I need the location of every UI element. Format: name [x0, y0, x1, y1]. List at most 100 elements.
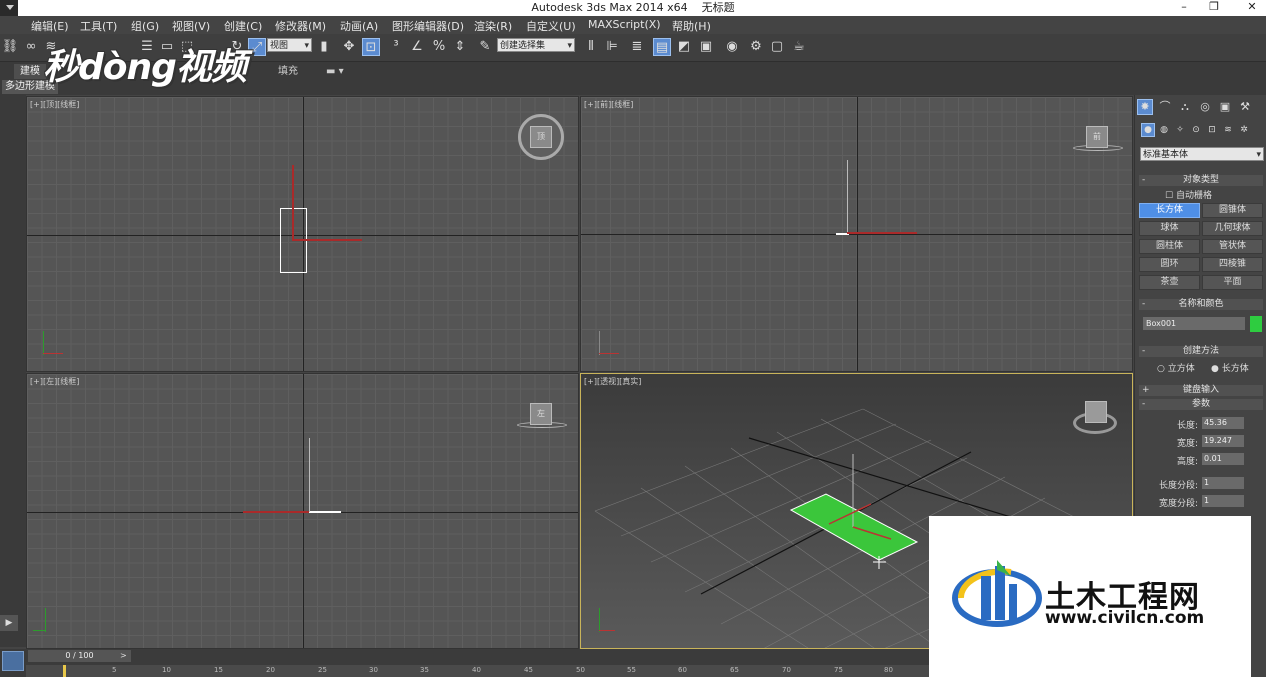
cameras-icon[interactable]: ⊙ [1189, 123, 1203, 137]
maximize-icon[interactable]: ❐ [1200, 0, 1228, 16]
menu-maxscript[interactable]: MAXScript(X) [588, 18, 661, 31]
viewport-front[interactable]: [+][前][线框] 前 [580, 96, 1133, 372]
scale-icon[interactable]: ⤢ [248, 38, 266, 56]
schematic-view-icon[interactable]: ▣ [697, 38, 715, 56]
height-spinner[interactable]: 0.01 [1202, 453, 1244, 465]
expand-ribbon-icon[interactable]: ▶ [0, 615, 18, 631]
curve-editor-icon[interactable]: ◩ [675, 38, 693, 56]
edit-named-selection-icon[interactable]: ✎ [476, 38, 494, 56]
viewport-label[interactable]: [+][左][线框] [30, 376, 79, 387]
close-icon[interactable]: ✕ [1238, 0, 1266, 16]
utilities-tab-icon[interactable]: ⚒ [1237, 99, 1253, 115]
motion-tab-icon[interactable]: ◎ [1197, 99, 1213, 115]
width-segs-spinner[interactable]: 1 [1202, 495, 1244, 507]
selection-set-dropdown[interactable]: 创建选择集 [497, 38, 575, 53]
menu-view[interactable]: 视图(V) [172, 18, 210, 34]
menu-rendering[interactable]: 渲染(R) [474, 18, 512, 34]
tab-populate[interactable]: 填充 [272, 64, 304, 79]
timeline-track[interactable]: 5 10 15 20 25 30 35 40 45 50 55 60 65 70… [26, 665, 934, 677]
create-tab-icon[interactable]: ✸ [1137, 99, 1153, 115]
helpers-icon[interactable]: ⊡ [1205, 123, 1219, 137]
tab-modeling[interactable]: 建模 [14, 64, 46, 79]
width-spinner[interactable]: 19.247 [1202, 435, 1244, 447]
box-radio[interactable]: ● 长方体 [1211, 361, 1249, 374]
menu-edit[interactable]: 编辑(E) [31, 18, 69, 34]
menu-graph-editors[interactable]: 图形编辑器(D) [392, 18, 464, 34]
object-color-swatch[interactable] [1250, 316, 1262, 332]
menu-modifiers[interactable]: 修改器(M) [275, 18, 326, 34]
viewport-label[interactable]: [+][前][线框] [584, 99, 633, 110]
rollout-keyboard-entry[interactable]: + 键盘输入 [1139, 385, 1263, 396]
viewcube[interactable]: 顶 [530, 126, 552, 148]
rollout-object-type[interactable]: - 对象类型 [1139, 175, 1263, 186]
rendered-frame-icon[interactable]: ▢ [768, 38, 786, 56]
box-button[interactable]: 长方体 [1139, 203, 1200, 218]
next-frame-icon[interactable]: > [120, 650, 130, 662]
minimize-icon[interactable]: – [1170, 0, 1198, 16]
height-label: 高度: [1176, 457, 1198, 467]
render-setup-icon[interactable]: ⚙ [747, 38, 765, 56]
geosphere-button[interactable]: 几何球体 [1202, 221, 1263, 236]
tube-button[interactable]: 管状体 [1202, 239, 1263, 254]
menu-help[interactable]: 帮助(H) [672, 18, 711, 34]
rollout-name-color[interactable]: - 名称和颜色 [1139, 299, 1263, 310]
category-dropdown[interactable]: 标准基本体 [1140, 147, 1264, 162]
menu-customize[interactable]: 自定义(U) [526, 18, 576, 34]
viewport-top[interactable]: [+][顶][线框] 顶 [26, 96, 579, 372]
ribbon-toggle-icon[interactable]: ▬ ▾ [320, 64, 350, 79]
systems-icon[interactable]: ✲ [1237, 123, 1251, 137]
viewcube-perspective-icon[interactable] [1085, 401, 1107, 423]
viewport-left[interactable]: [+][左][线框] 左 [26, 373, 579, 649]
hierarchy-tab-icon[interactable]: ⛬ [1177, 99, 1193, 115]
render-production-icon[interactable]: ☕ [790, 38, 808, 56]
length-segs-spinner[interactable]: 1 [1202, 477, 1244, 489]
sphere-button[interactable]: 球体 [1139, 221, 1200, 236]
civilcn-logo: 土木工程网 www.civilcn.com [929, 516, 1251, 677]
keyboard-shortcut-icon[interactable]: ⊡ [362, 38, 380, 56]
viewport-layout-icon[interactable] [0, 649, 26, 677]
cone-button[interactable]: 圆锥体 [1202, 203, 1263, 218]
torus-button[interactable]: 圆环 [1139, 257, 1200, 272]
align-icon[interactable]: ⊫ [603, 38, 621, 56]
link-icon[interactable]: ⛓ [1, 38, 19, 56]
pivot-icon[interactable]: ▮ [315, 38, 333, 56]
plane-button[interactable]: 平面 [1202, 275, 1263, 290]
length-spinner[interactable]: 45.36 [1202, 417, 1244, 429]
ref-coord-dropdown[interactable]: 视图 [267, 38, 312, 53]
modify-tab-icon[interactable]: ⌒ [1157, 99, 1173, 115]
time-cursor[interactable] [63, 665, 66, 677]
menu-create[interactable]: 创建(C) [224, 18, 262, 34]
teapot-button[interactable]: 茶壶 [1139, 275, 1200, 290]
menu-animation[interactable]: 动画(A) [340, 18, 378, 34]
lights-icon[interactable]: ✧ [1173, 123, 1187, 137]
object-name-field[interactable]: Box001 [1143, 317, 1245, 330]
rollout-parameters[interactable]: - 参数 [1139, 399, 1263, 410]
snap-toggle-icon[interactable]: ³ [387, 38, 405, 56]
material-editor-icon[interactable]: ◉ [723, 38, 741, 56]
autogrid-checkbox[interactable]: ☐ 自动栅格 [1165, 188, 1212, 201]
viewport-label[interactable]: [+][顶][线框] [30, 99, 79, 110]
menu-tools[interactable]: 工具(T) [80, 18, 117, 34]
pyramid-button[interactable]: 四棱锥 [1202, 257, 1263, 272]
rollout-creation-method[interactable]: - 创建方法 [1139, 346, 1263, 357]
cylinder-button[interactable]: 圆柱体 [1139, 239, 1200, 254]
display-tab-icon[interactable]: ▣ [1217, 99, 1233, 115]
cube-radio[interactable]: ○ 立方体 [1157, 361, 1195, 374]
select-manipulate-icon[interactable]: ✥ [340, 38, 358, 56]
angle-snap-icon[interactable]: ∠ [408, 38, 426, 56]
geometry-icon[interactable]: ● [1141, 123, 1155, 137]
viewcube[interactable]: 前 [1086, 126, 1108, 148]
layer-manager-icon[interactable]: ≣ [628, 38, 646, 56]
mirror-icon[interactable]: ⫴ [582, 38, 600, 56]
shapes-icon[interactable]: ◍ [1157, 123, 1171, 137]
viewcube[interactable]: 左 [530, 403, 552, 425]
menu-group[interactable]: 组(G) [131, 18, 159, 34]
box-left-edge[interactable] [309, 511, 341, 513]
length-segs-label: 长度分段: [1158, 481, 1198, 491]
percent-snap-icon[interactable]: % [430, 38, 448, 56]
spinner-snap-icon[interactable]: ⇕ [451, 38, 469, 56]
unlink-icon[interactable]: ∞ [22, 38, 40, 56]
time-slider[interactable]: 0 / 100 [28, 650, 131, 662]
graphite-toggle-icon[interactable]: ▤ [653, 38, 671, 56]
spacewarps-icon[interactable]: ≋ [1221, 123, 1235, 137]
